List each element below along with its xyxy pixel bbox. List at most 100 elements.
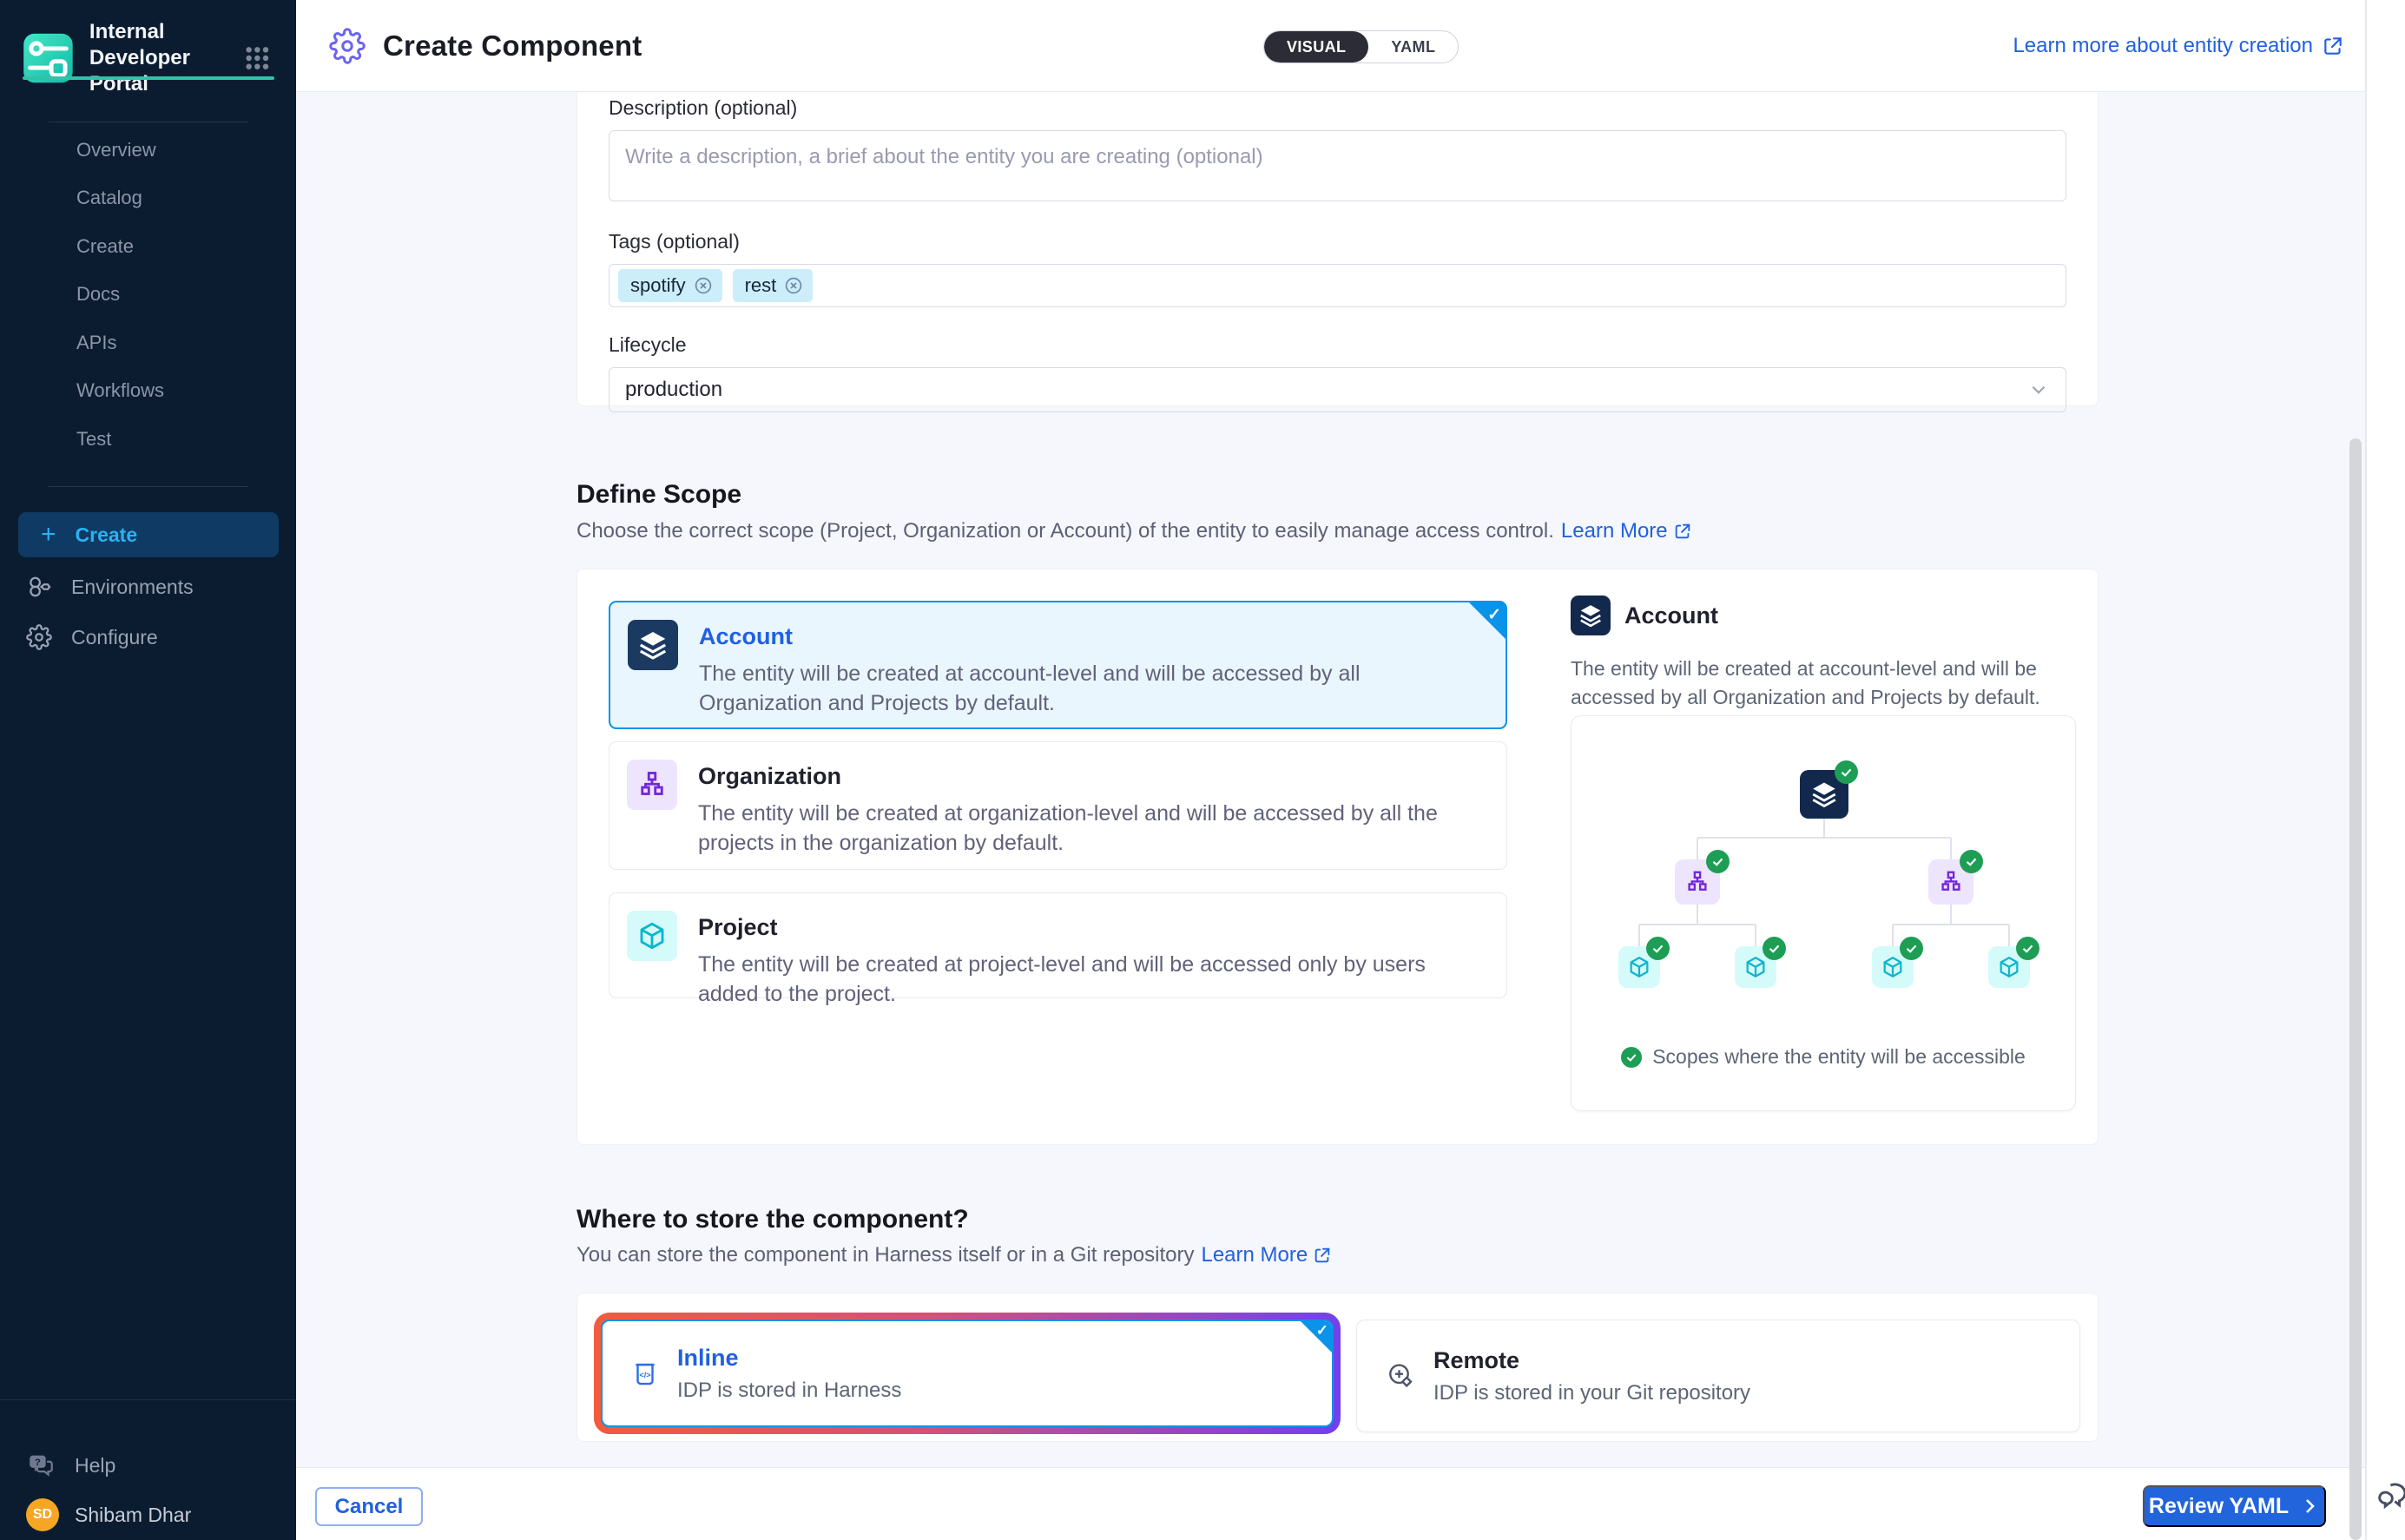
learn-more-label: Learn More	[1201, 1243, 1308, 1267]
divider	[2365, 0, 2367, 1540]
tree-org-node	[1928, 859, 1973, 905]
sidebar-item-docs[interactable]: Docs	[0, 276, 296, 313]
store-option-title: Remote	[1433, 1347, 1750, 1374]
page-header: Create Component VISUAL YAML Learn more …	[296, 0, 2405, 92]
define-scope-subtitle: Choose the correct scope (Project, Organ…	[577, 519, 1692, 543]
store-heading: Where to store the component?	[577, 1205, 969, 1234]
check-icon: ✓	[1487, 605, 1501, 625]
tree-project-node	[1735, 946, 1776, 988]
scope-option-description: The entity will be created at project-le…	[698, 950, 1462, 1009]
remove-tag-icon[interactable]	[693, 275, 714, 296]
store-option-remote[interactable]: Remote IDP is stored in your Git reposit…	[1356, 1320, 2080, 1432]
check-badge	[1835, 760, 1858, 784]
tag-chip: rest	[733, 269, 814, 302]
brand-title: Internal Developer Portal	[89, 19, 225, 97]
scope-option-project[interactable]: Project The entity will be created at pr…	[609, 892, 1507, 998]
external-link-icon	[1313, 1246, 1332, 1265]
learn-more-entity-creation-link[interactable]: Learn more about entity creation	[2013, 0, 2344, 92]
scope-detail-title: Account	[1624, 602, 1718, 629]
lifecycle-select[interactable]: production	[609, 367, 2066, 412]
cancel-button[interactable]: Cancel	[315, 1487, 423, 1526]
tags-label: Tags (optional)	[609, 230, 2066, 253]
sidebar-item-label: APIs	[76, 332, 116, 354]
check-badge	[1763, 937, 1786, 960]
scope-option-description: The entity will be created at organizati…	[698, 799, 1462, 858]
user-menu[interactable]: SD Shibam Dhar	[26, 1498, 191, 1531]
tags-input[interactable]: spotify rest	[609, 264, 2066, 307]
store-option-description: IDP is stored in your Git repository	[1433, 1381, 1750, 1405]
tag-chip-label: rest	[745, 274, 777, 297]
inline-storage-icon: </>	[630, 1359, 660, 1388]
tree-project-node	[1872, 946, 1914, 988]
store-subtitle: You can store the component in Harness i…	[577, 1243, 1332, 1267]
organization-tree-icon	[627, 760, 677, 810]
scope-detail: Account The entity will be created at ac…	[1571, 596, 2076, 712]
check-badge	[1960, 850, 1983, 873]
store-selector-panel: ✓ </> Inline IDP is stored in Harness	[577, 1293, 2099, 1442]
sidebar-item-catalog[interactable]: Catalog	[0, 180, 296, 216]
sidebar-create-button[interactable]: + Create	[18, 512, 279, 557]
chevron-down-icon	[2027, 378, 2050, 401]
sidebar-item-apis[interactable]: APIs	[0, 325, 296, 361]
external-link-icon	[2322, 35, 2344, 57]
sidebar-item-environments[interactable]: Environments	[0, 564, 260, 609]
chevron-right-icon	[2299, 1496, 2320, 1517]
tree-project-node	[1618, 946, 1660, 988]
store-subtitle-text: You can store the component in Harness i…	[577, 1243, 1194, 1267]
component-gear-icon	[329, 28, 366, 64]
check-badge	[1706, 850, 1730, 873]
scope-option-account[interactable]: ✓ Account The entity will be created at …	[609, 601, 1507, 729]
toggle-yaml[interactable]: YAML	[1368, 31, 1458, 63]
visual-yaml-toggle: VISUAL YAML	[1263, 30, 1459, 63]
store-option-inline[interactable]: ✓ </> Inline IDP is stored in Harness	[601, 1320, 1334, 1427]
review-yaml-button[interactable]: Review YAML	[2143, 1485, 2326, 1527]
scope-learn-more-link[interactable]: Learn More	[1561, 519, 1692, 543]
help-chat-icon: ?	[26, 1451, 56, 1480]
check-badge	[2016, 937, 2039, 960]
scope-option-title: Account	[699, 623, 1463, 650]
store-learn-more-link[interactable]: Learn More	[1201, 1243, 1332, 1267]
sidebar-item-test[interactable]: Test	[0, 421, 296, 457]
sidebar: Internal Developer Portal Overview Catal…	[0, 0, 296, 1540]
vertical-scrollbar[interactable]	[2349, 438, 2362, 1540]
divider	[49, 486, 248, 487]
tag-chip: spotify	[618, 269, 722, 302]
toggle-visual[interactable]: VISUAL	[1264, 31, 1368, 63]
brand-underline	[23, 76, 274, 80]
sidebar-item-workflows[interactable]: Workflows	[0, 372, 296, 409]
divider	[0, 1399, 296, 1400]
lifecycle-value: production	[625, 378, 722, 402]
check-badge	[1900, 937, 1923, 960]
right-gutter	[2367, 0, 2405, 1540]
scope-diagram: Scopes where the entity will be accessib…	[1571, 715, 2076, 1111]
sidebar-item-create[interactable]: Create	[0, 228, 296, 265]
sidebar-environments-label: Environments	[71, 576, 194, 599]
app-grid-icon[interactable]	[240, 40, 274, 76]
tag-chip-label: spotify	[630, 274, 686, 297]
sidebar-item-help[interactable]: ? Help	[0, 1443, 260, 1488]
action-bar: Cancel Review YAML	[296, 1467, 2366, 1540]
account-layers-icon	[628, 620, 678, 670]
sidebar-item-configure[interactable]: Configure	[0, 615, 260, 660]
tree-project-node	[1988, 946, 2030, 988]
svg-text:?: ?	[35, 1458, 41, 1468]
description-input[interactable]	[609, 130, 2066, 201]
define-scope-subtitle-text: Choose the correct scope (Project, Organ…	[577, 519, 1554, 543]
sidebar-item-label: Overview	[76, 139, 156, 161]
sidebar-item-label: Docs	[76, 283, 120, 306]
plus-icon: +	[41, 522, 56, 548]
sidebar-item-label: Workflows	[76, 379, 164, 402]
diagram-legend-text: Scopes where the entity will be accessib…	[1652, 1045, 2026, 1069]
remote-git-icon	[1385, 1360, 1416, 1392]
chat-support-icon[interactable]	[2375, 1476, 2405, 1518]
define-scope-heading: Define Scope	[577, 480, 741, 510]
annotation-highlight-ring: ✓ </> Inline IDP is stored in Harness	[594, 1313, 1341, 1434]
check-icon: ✓	[1316, 1322, 1328, 1339]
remove-tag-icon[interactable]	[783, 275, 804, 296]
scope-selector-panel: ✓ Account The entity will be created at …	[577, 569, 2099, 1145]
page-title: Create Component	[383, 30, 642, 63]
diagram-legend: Scopes where the entity will be accessib…	[1571, 1045, 2075, 1069]
scroll-area[interactable]: Description (optional) Tags (optional) s…	[296, 92, 2366, 1467]
scope-option-organization[interactable]: Organization The entity will be created …	[609, 741, 1507, 870]
sidebar-item-overview[interactable]: Overview	[0, 132, 296, 168]
